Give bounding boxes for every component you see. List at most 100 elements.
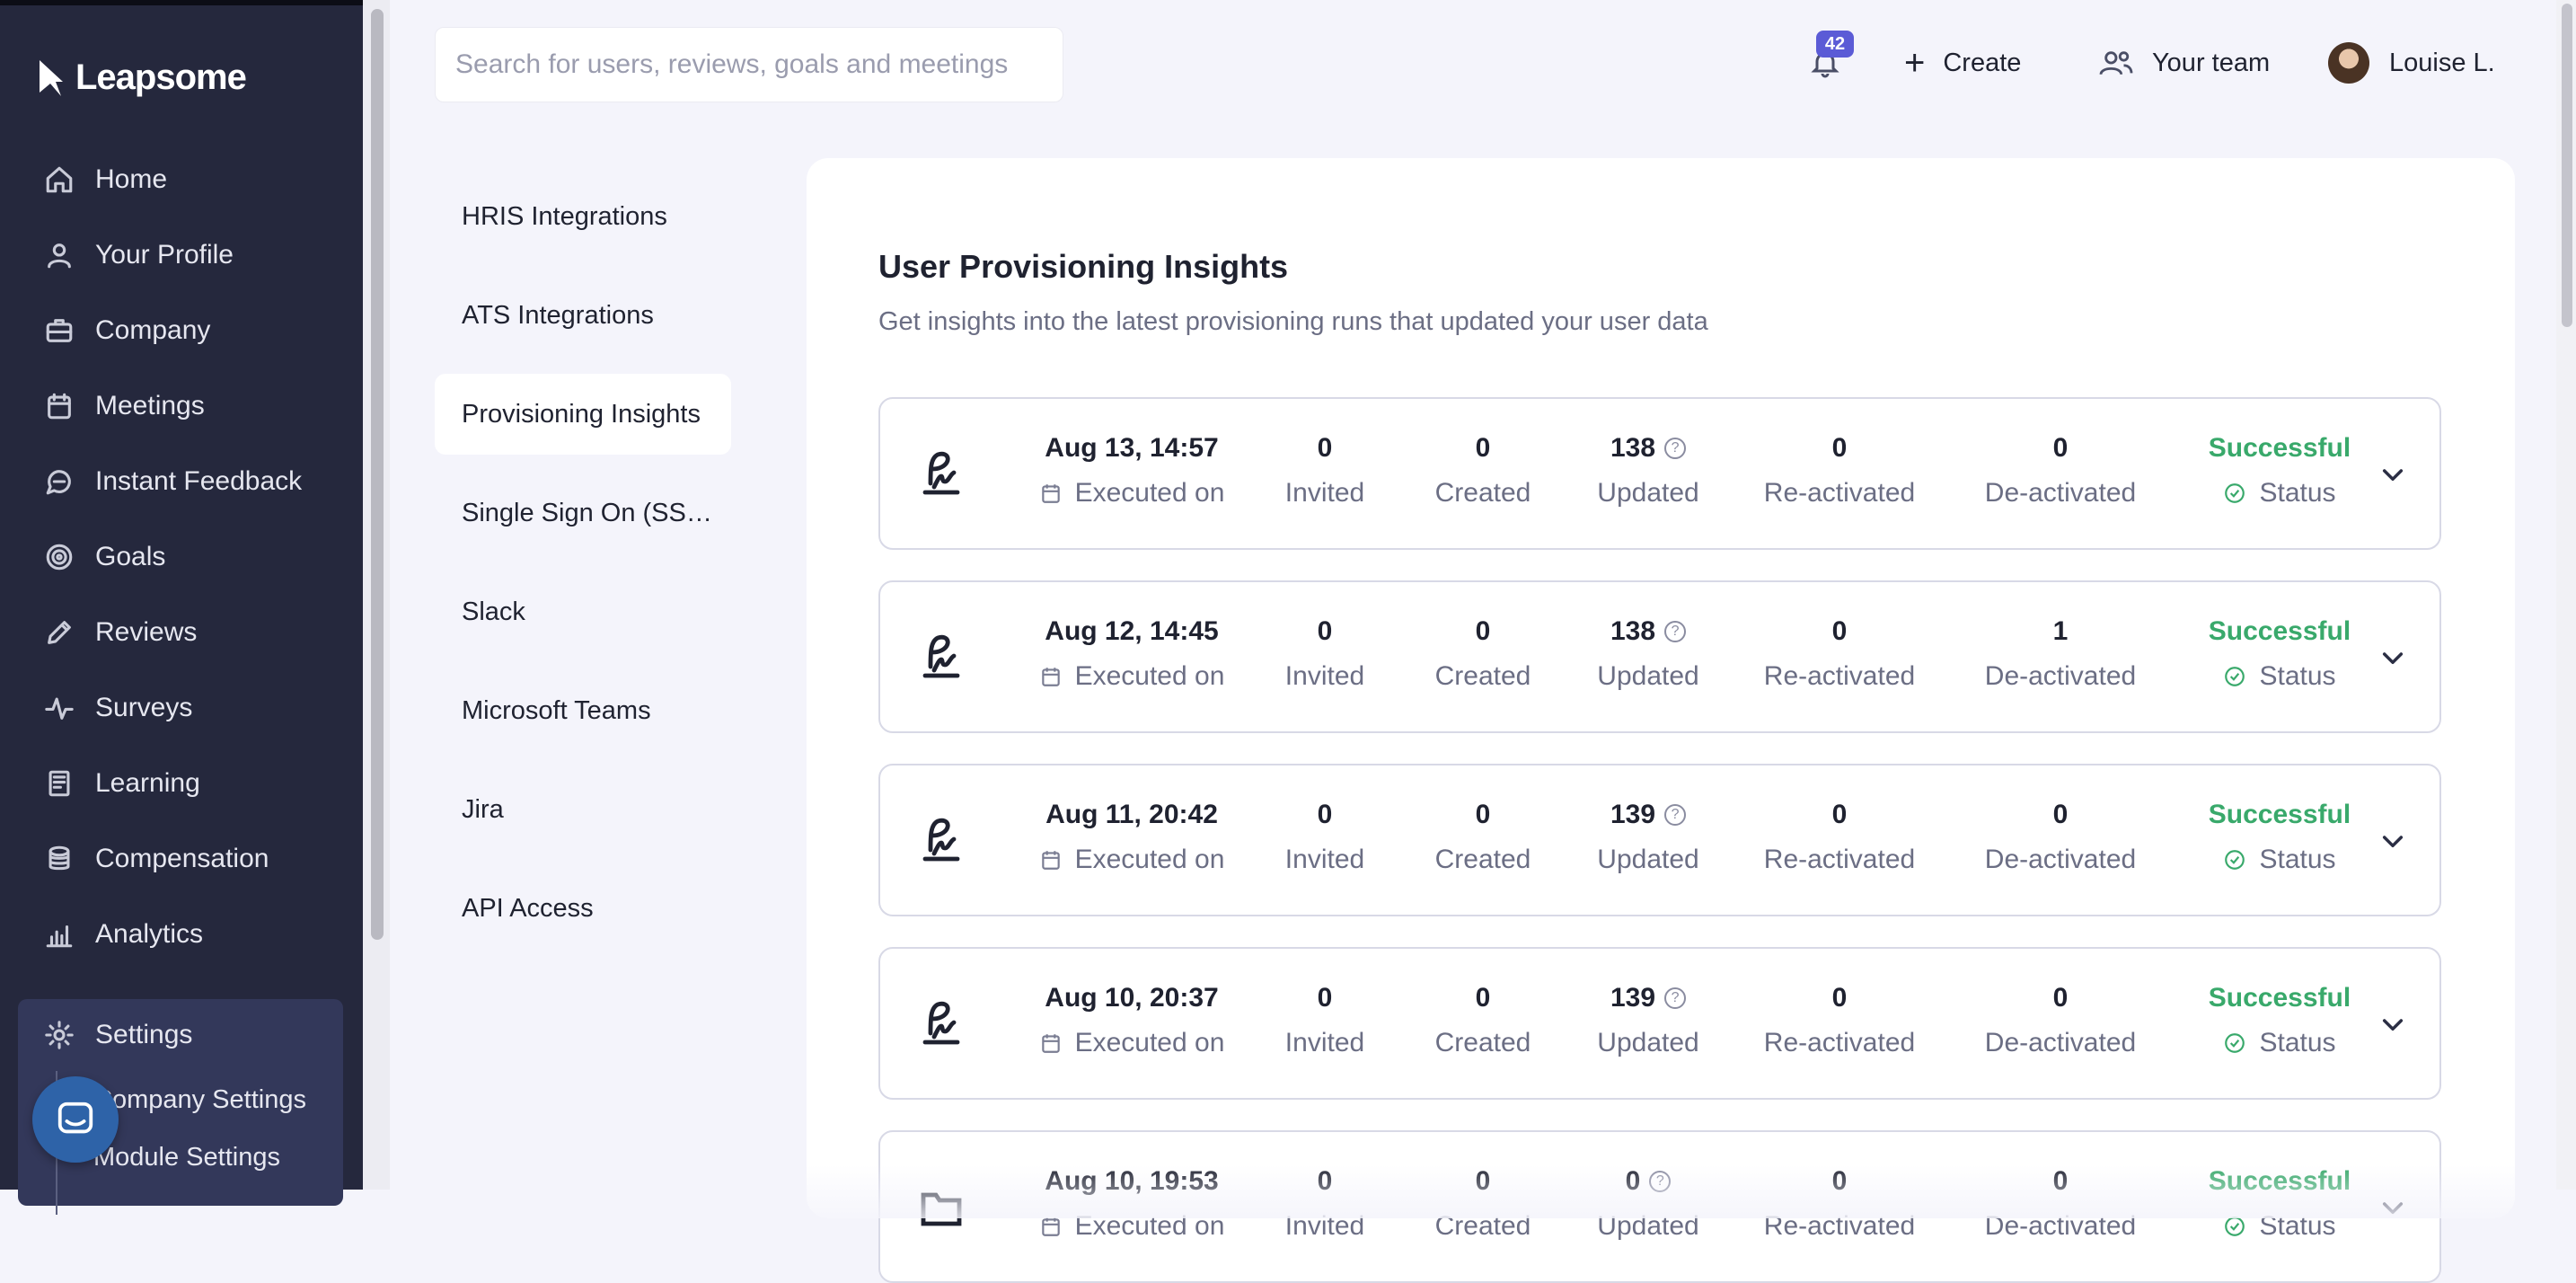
status-cell: Successful Status — [2199, 615, 2360, 692]
chevron-down-icon — [2382, 836, 2404, 848]
status-label: Status — [2199, 478, 2360, 509]
help-icon[interactable]: ? — [1664, 621, 1687, 642]
sidebar-item-compensation[interactable]: Compensation — [0, 821, 363, 897]
check-circle-icon — [2225, 850, 2245, 870]
subnav-item-provisioning-insights[interactable]: Provisioning Insights — [435, 374, 731, 455]
created-cell: 0 Created — [1425, 798, 1541, 875]
created-cell: 0 Created — [1425, 981, 1541, 1058]
invited-cell: 0 Invited — [1275, 615, 1374, 692]
deactivated-cell: 1 De-activated — [1980, 615, 2141, 692]
sidebar: Leapsome Home Your Profile Company Meeti… — [0, 0, 363, 1215]
global-search[interactable] — [435, 27, 1063, 102]
sidebar-item-analytics[interactable]: Analytics — [0, 897, 363, 972]
pencil-icon — [43, 616, 75, 649]
deactivated-label: De-activated — [1984, 661, 2137, 691]
created-label: Created — [1434, 845, 1531, 874]
sidebar-item-label: Learning — [95, 768, 200, 798]
provisioning-run-row[interactable]: Aug 13, 14:57 Executed on 0 Invited 0 Created… — [878, 397, 2441, 550]
deactivated-cell: 0 De-activated — [1980, 798, 2141, 875]
expand-row-button[interactable] — [2378, 827, 2407, 855]
user-menu[interactable]: Louise L. — [2328, 40, 2495, 86]
team-icon — [2099, 51, 2133, 75]
updated-cell: 138? Updated — [1590, 615, 1707, 692]
pulse-icon — [43, 692, 75, 724]
your-team-button[interactable]: Your team — [2098, 40, 2270, 86]
subnav-item-ats-integrations[interactable]: ATS Integrations — [435, 275, 731, 356]
sidebar-item-your-profile[interactable]: Your Profile — [0, 217, 363, 293]
plus-icon: + — [1904, 42, 1926, 83]
sidebar-item-meetings[interactable]: Meetings — [0, 368, 363, 444]
invited-count: 0 — [1317, 433, 1333, 463]
expand-row-button[interactable] — [2378, 643, 2407, 672]
updated-count: 139 — [1610, 983, 1656, 1013]
leapsome-logo[interactable]: Leapsome — [36, 58, 247, 98]
status-cell: Successful Status — [2199, 981, 2360, 1058]
executed-on-label: Executed on — [1033, 1028, 1231, 1058]
sidebar-item-learning[interactable]: Learning — [0, 746, 363, 821]
status-badge: Successful — [2208, 983, 2351, 1013]
status-label: Status — [2199, 1028, 2360, 1058]
help-icon[interactable]: ? — [1664, 438, 1687, 459]
created-label: Created — [1434, 661, 1531, 691]
sidebar-item-instant-feedback[interactable]: Instant Feedback — [0, 444, 363, 519]
created-count: 0 — [1475, 433, 1491, 463]
create-button[interactable]: + Create — [1904, 40, 2021, 86]
expand-row-button[interactable] — [2378, 1010, 2407, 1039]
calendar-icon — [1041, 851, 1060, 870]
updated-count: 138 — [1610, 433, 1656, 463]
invited-cell: 0 Invited — [1275, 798, 1374, 875]
calendar-icon — [1041, 484, 1060, 503]
deactivated-count: 1 — [2052, 616, 2069, 646]
subnav-item-slack[interactable]: Slack — [435, 571, 731, 652]
executed-on-label: Executed on — [1033, 661, 1231, 692]
support-chat-button[interactable] — [32, 1076, 119, 1163]
search-input[interactable] — [454, 49, 1063, 81]
deactivated-cell: 0 De-activated — [1980, 981, 2141, 1058]
run-date: Aug 12, 14:45 — [1045, 616, 1219, 646]
signature-icon — [920, 997, 963, 1048]
subnav-item-hris-integrations[interactable]: HRIS Integrations — [435, 176, 731, 257]
expand-row-button[interactable] — [2378, 460, 2407, 489]
sidebar-scrollbar[interactable] — [371, 9, 384, 940]
subnav-item-microsoft-teams[interactable]: Microsoft Teams — [435, 670, 731, 751]
subnav-item-api-access[interactable]: API Access — [435, 868, 731, 949]
sidebar-item-goals[interactable]: Goals — [0, 519, 363, 595]
deactivated-count: 0 — [2052, 800, 2069, 829]
executed-on-label: Executed on — [1033, 478, 1231, 509]
briefcase-icon — [43, 314, 75, 347]
help-icon[interactable]: ? — [1664, 987, 1687, 1009]
reactivated-cell: 0 Re-activated — [1759, 798, 1920, 875]
deactivated-cell: 0 De-activated — [1980, 431, 2141, 509]
reactivated-label: Re-activated — [1763, 478, 1916, 508]
run-date-cell: Aug 13, 14:57 Executed on — [1033, 431, 1231, 509]
calendar-icon — [1041, 1034, 1060, 1053]
run-date: Aug 10, 20:37 — [1045, 983, 1219, 1013]
help-icon[interactable]: ? — [1664, 804, 1687, 826]
message-icon — [57, 1102, 93, 1134]
updated-count-wrap: 138? — [1590, 431, 1707, 465]
sidebar-item-company[interactable]: Company — [0, 293, 363, 368]
coins-icon — [43, 843, 75, 875]
invited-label: Invited — [1284, 661, 1365, 691]
subnav-item-jira[interactable]: Jira — [435, 769, 731, 850]
sidebar-item-label: Goals — [95, 542, 166, 571]
provisioning-run-row[interactable]: Aug 12, 14:45 Executed on 0 Invited 0 Created… — [878, 580, 2441, 733]
check-circle-icon — [2225, 1033, 2245, 1053]
check-circle-icon — [2225, 483, 2245, 503]
sidebar-item-label: Surveys — [95, 693, 193, 722]
invited-count: 0 — [1317, 616, 1333, 646]
provisioning-insights-card: User Provisioning Insights Get insights … — [807, 158, 2515, 1283]
provisioning-run-row[interactable]: Aug 10, 20:37 Executed on 0 Invited 0 Created… — [878, 947, 2441, 1100]
gear-icon — [43, 1019, 75, 1051]
sidebar-item-label: Analytics — [95, 919, 204, 949]
sidebar-item-settings[interactable]: Settings — [18, 999, 343, 1071]
sidebar-item-reviews[interactable]: Reviews — [0, 595, 363, 670]
created-count: 0 — [1475, 983, 1491, 1013]
updated-count: 138 — [1610, 616, 1656, 646]
subnav-item-single-sign-on[interactable]: Single Sign On (SS… — [435, 473, 731, 553]
updated-count-wrap: 138? — [1590, 615, 1707, 649]
sidebar-item-home[interactable]: Home — [0, 142, 363, 217]
page-scrollbar[interactable] — [2562, 4, 2572, 327]
sidebar-item-surveys[interactable]: Surveys — [0, 670, 363, 746]
provisioning-run-row[interactable]: Aug 11, 20:42 Executed on 0 Invited 0 Created… — [878, 764, 2441, 916]
